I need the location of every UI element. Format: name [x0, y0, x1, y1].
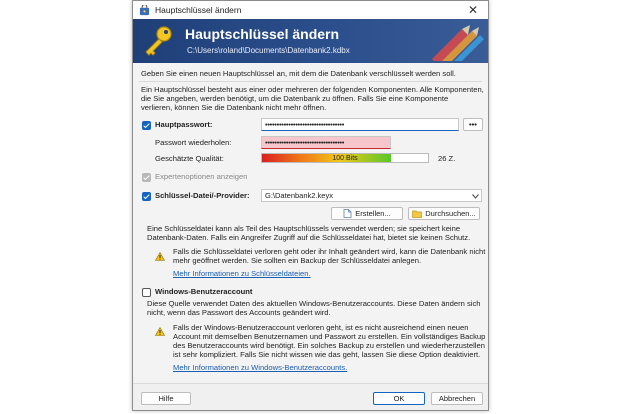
expert-options-label: Expertenoptionen anzeigen	[155, 172, 248, 181]
create-keyfile-button[interactable]: Erstellen...	[331, 207, 403, 220]
change-master-key-dialog: Hauptschlüssel ändern ✕ Hauptschlüssel ä…	[132, 0, 489, 411]
windows-account-checkbox[interactable]	[142, 288, 151, 297]
windows-account-label: Windows-Benutzeraccount	[155, 287, 253, 296]
master-password-checkbox[interactable]	[142, 121, 151, 130]
database-path: C:\Users\roland\Documents\Datenbank2.kdb…	[187, 46, 350, 55]
keyfile-combobox[interactable]: G:\Datenbank2.keyx	[261, 189, 482, 202]
dialog-footer: Hilfe OK Abbrechen	[133, 383, 488, 410]
master-password-input[interactable]: ••••••••••••••••••••••••••••••••••	[261, 118, 459, 131]
keyfile-warning-line: mehr geöffnet werden. Sie sollten ein Ba…	[173, 256, 422, 265]
char-count: 26 Z.	[438, 154, 456, 163]
title-bar[interactable]: Hauptschlüssel ändern ✕	[133, 1, 488, 19]
repeat-password-input[interactable]: ••••••••••••••••••••••••••••••••••	[261, 136, 391, 149]
browse-keyfile-label: Durchsuchen...	[425, 209, 476, 218]
password-quality-bar: 100 Bits	[261, 153, 429, 163]
separator	[139, 81, 482, 82]
ok-label: OK	[393, 394, 405, 403]
keyfile-label: Schlüssel-Datei/-Provider:	[155, 191, 250, 200]
close-icon: ✕	[467, 3, 479, 17]
folder-icon	[412, 210, 423, 218]
help-button[interactable]: Hilfe	[141, 392, 191, 405]
show-password-toggle[interactable]: •••	[463, 118, 483, 131]
pencils-decoration-icon	[432, 25, 484, 61]
description-line: verlieren, können Sie die Datenbank nich…	[141, 103, 327, 112]
close-button[interactable]: ✕	[458, 1, 488, 19]
cancel-label: Abbrechen	[438, 394, 476, 403]
windows-account-more-info-link[interactable]: Mehr Informationen zu Windows-Benutzerac…	[173, 363, 347, 373]
key-icon	[145, 26, 172, 56]
browse-keyfile-button[interactable]: Durchsuchen...	[408, 207, 480, 220]
warning-icon	[155, 252, 165, 261]
repeat-password-label: Passwort wiederholen:	[155, 138, 232, 147]
quality-bits: 100 Bits	[332, 155, 358, 162]
ok-button[interactable]: OK	[373, 392, 425, 405]
keepass-app-icon	[139, 4, 150, 15]
warning-icon	[155, 327, 165, 336]
new-file-icon	[343, 209, 352, 218]
expert-options-checkbox[interactable]	[142, 173, 151, 182]
keyfile-value: G:\Datenbank2.keyx	[265, 191, 333, 200]
keyfile-checkbox[interactable]	[142, 192, 151, 201]
master-password-label: Hauptpasswort:	[155, 120, 213, 129]
window-title: Hauptschlüssel ändern	[155, 5, 242, 15]
windows-account-info-line: nicht, wenn das Passwort des Accounts ge…	[147, 308, 331, 317]
intro-text: Geben Sie einen neuen Hauptschlüssel an,…	[141, 69, 456, 78]
windows-account-warning-line: ist sehr kompliziert. Falls Sie nicht wi…	[173, 350, 481, 359]
keyfile-info-line: Datenbank-Daten. Falls ein Angreifer Zug…	[147, 233, 471, 242]
help-label: Hilfe	[158, 394, 174, 403]
header-title: Hauptschlüssel ändern	[185, 26, 340, 42]
chevron-down-icon[interactable]	[472, 194, 479, 199]
dots-icon: •••	[469, 120, 477, 129]
cancel-button[interactable]: Abbrechen	[431, 392, 483, 405]
quality-label: Geschätzte Qualität:	[155, 154, 224, 163]
keyfile-more-info-link[interactable]: Mehr Informationen zu Schlüsseldateien.	[173, 269, 311, 279]
create-keyfile-label: Erstellen...	[355, 209, 391, 218]
header-banner: Hauptschlüssel ändern C:\Users\roland\Do…	[133, 19, 488, 63]
